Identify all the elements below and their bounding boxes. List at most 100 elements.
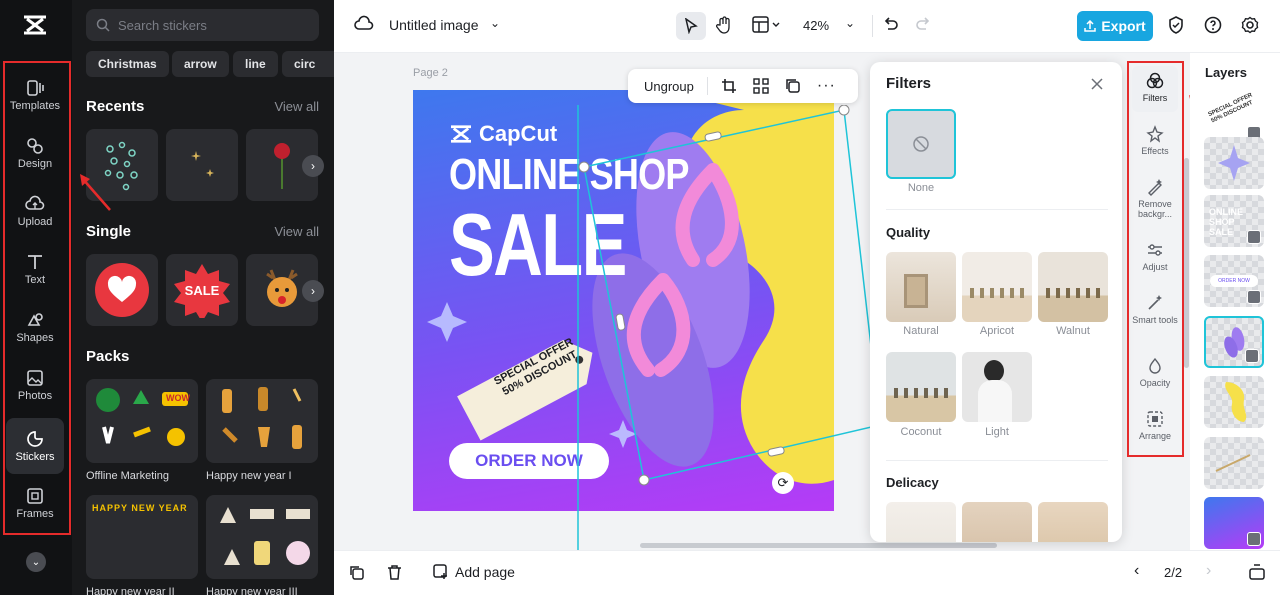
- sale-sticker-text: SALE: [184, 282, 220, 298]
- close-icon[interactable]: [1091, 78, 1103, 90]
- layer-order-icon[interactable]: [785, 78, 801, 94]
- party-pack-icon: [220, 507, 310, 565]
- search-input[interactable]: Search stickers: [86, 9, 319, 41]
- pack-happy-new-year-1[interactable]: [206, 379, 318, 463]
- layer-group-icon: [1247, 532, 1261, 546]
- recents-next-arrow-icon[interactable]: ›: [302, 155, 324, 177]
- chip-christmas[interactable]: Christmas: [86, 51, 169, 77]
- filter-none[interactable]: [886, 109, 956, 179]
- person-body: [978, 380, 1012, 422]
- annotation-box-tools: [1127, 61, 1184, 457]
- zoom-chevron-icon[interactable]: ⌄: [845, 16, 855, 30]
- filter-label: Natural: [903, 325, 939, 337]
- recents-view-all[interactable]: View all: [274, 99, 319, 114]
- desert-trees: [1046, 288, 1100, 298]
- filters-title: Filters: [886, 75, 932, 92]
- layer-order-text: ORDER NOW: [1210, 275, 1258, 287]
- capcut-brand-logo-icon: [451, 125, 471, 143]
- filter-label: Coconut: [900, 426, 942, 438]
- group-icon[interactable]: [753, 78, 769, 94]
- chip-circle[interactable]: circ: [282, 51, 334, 77]
- pack-offline-marketing[interactable]: WOW: [86, 379, 198, 463]
- layers-title: Layers: [1205, 65, 1247, 80]
- pack-happy-new-year-2[interactable]: HAPPY NEW YEAR: [86, 495, 198, 579]
- divider: [886, 460, 1108, 461]
- shield-icon[interactable]: [1168, 16, 1184, 34]
- redo-icon[interactable]: [916, 16, 932, 32]
- brand-name: CapCut: [479, 121, 558, 146]
- toolbar-divider: [872, 15, 873, 37]
- page-label: Page 2: [413, 67, 448, 79]
- add-page-icon[interactable]: [433, 564, 449, 580]
- champagne-pack-icon: [222, 387, 302, 449]
- more-options-icon[interactable]: ···: [817, 77, 836, 95]
- hand-pan-icon[interactable]: [716, 16, 732, 34]
- export-button[interactable]: Export: [1077, 11, 1153, 41]
- cloud-save-icon[interactable]: [354, 15, 374, 33]
- filter-apricot[interactable]: [962, 252, 1032, 322]
- layer-line[interactable]: [1204, 437, 1264, 489]
- filter-delicacy-1[interactable]: [886, 502, 956, 542]
- zoom-level[interactable]: 42%: [803, 18, 829, 33]
- document-title[interactable]: Untitled image: [389, 17, 479, 33]
- layer-yellow-shape[interactable]: [1204, 376, 1264, 428]
- sparkle-layer-icon: [1218, 145, 1250, 181]
- add-page-button[interactable]: Add page: [455, 564, 515, 580]
- filter-delicacy-3[interactable]: [1038, 502, 1108, 542]
- desert-trees: [970, 288, 1024, 298]
- delete-trash-icon[interactable]: [387, 564, 402, 580]
- search-placeholder: Search stickers: [118, 17, 207, 33]
- layer-background[interactable]: [1204, 497, 1264, 549]
- search-icon: [96, 18, 110, 32]
- chip-arrow[interactable]: arrow: [172, 51, 229, 77]
- next-page-chevron-icon[interactable]: ›: [1206, 562, 1211, 580]
- layer-flip-flops-selected[interactable]: [1204, 316, 1264, 368]
- annotation-box-rail: [3, 61, 71, 535]
- selection-frame[interactable]: [560, 105, 880, 555]
- person-hair: [984, 360, 1004, 382]
- annotation-arrow-left: [80, 174, 111, 211]
- filter-coconut[interactable]: [886, 352, 956, 422]
- filters-scrollbar[interactable]: [1184, 158, 1189, 368]
- layer-sparkle[interactable]: [1204, 137, 1264, 189]
- single-next-arrow-icon[interactable]: ›: [302, 280, 324, 302]
- stickers-panel: Search stickers Christmas arrow line cir…: [72, 0, 334, 595]
- settings-gear-icon[interactable]: [1241, 16, 1259, 34]
- page-manager-icon[interactable]: [1249, 564, 1265, 580]
- sticker-sale[interactable]: SALE: [166, 254, 238, 326]
- crop-icon[interactable]: [721, 78, 737, 94]
- duplicate-page-icon[interactable]: [349, 565, 364, 580]
- canvas-horizontal-scrollbar[interactable]: [640, 543, 997, 548]
- sticker-heart[interactable]: [86, 254, 158, 326]
- single-view-all[interactable]: View all: [274, 224, 319, 239]
- help-icon[interactable]: [1204, 16, 1222, 34]
- line-layer-icon: [1215, 454, 1251, 472]
- filter-walnut[interactable]: [1038, 252, 1108, 322]
- layer-tag[interactable]: SPECIAL OFFER 50% DISCOUNT: [1204, 91, 1264, 143]
- page-indicator: 2/2: [1164, 565, 1183, 580]
- more-chevron-icon[interactable]: ⌄: [26, 552, 46, 572]
- title-dropdown-chevron-icon[interactable]: ⌄: [490, 16, 500, 30]
- filter-delicacy-2[interactable]: [962, 502, 1032, 542]
- layer-tag-text: SPECIAL OFFER 50% DISCOUNT: [1207, 92, 1254, 125]
- layer-headline[interactable]: ONLINE SHOP SALE: [1204, 195, 1264, 247]
- select-pointer-icon[interactable]: [676, 12, 706, 40]
- ungroup-button[interactable]: Ungroup: [644, 79, 694, 94]
- layer-group-icon: [1247, 290, 1261, 304]
- layers-panel: Layers SPECIAL OFFER 50% DISCOUNT ONLINE…: [1190, 53, 1280, 550]
- export-icon: [1084, 20, 1097, 32]
- prev-page-chevron-icon[interactable]: ‹: [1134, 562, 1139, 580]
- rotate-handle-icon[interactable]: ⟳: [772, 472, 794, 494]
- layout-icon[interactable]: [752, 16, 782, 34]
- bottom-bar: Add page ‹ 2/2 ›: [334, 550, 1280, 595]
- single-title: Single: [86, 223, 132, 240]
- floating-toolbar: Ungroup ···: [628, 69, 858, 103]
- layer-order-button[interactable]: ORDER NOW: [1204, 255, 1264, 307]
- sticker-sparkles[interactable]: [166, 129, 238, 201]
- pack-happy-new-year-3[interactable]: [206, 495, 318, 579]
- filter-light[interactable]: [962, 352, 1032, 422]
- filter-natural[interactable]: [886, 252, 956, 322]
- chip-line[interactable]: line: [233, 51, 278, 77]
- undo-icon[interactable]: [882, 16, 898, 32]
- filter-label: Walnut: [1056, 325, 1090, 337]
